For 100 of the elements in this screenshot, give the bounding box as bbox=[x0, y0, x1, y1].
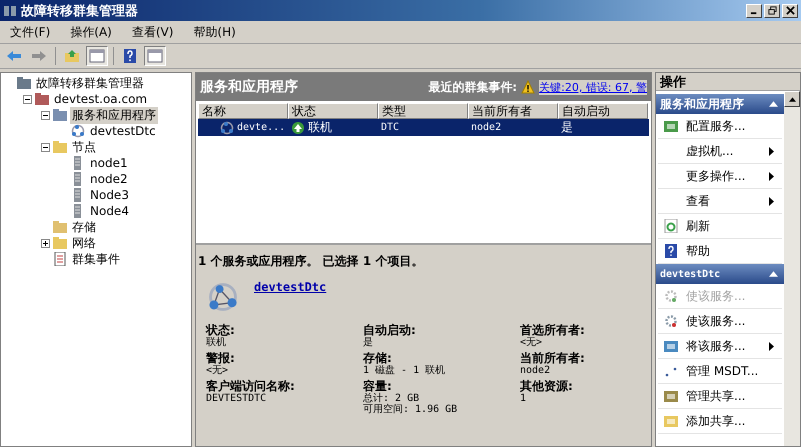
folder-icon bbox=[35, 92, 49, 106]
gear-icon bbox=[664, 314, 678, 328]
expander-icon[interactable] bbox=[41, 142, 50, 152]
folder-icon bbox=[53, 140, 67, 154]
field-label: 当前所有者: bbox=[520, 352, 586, 365]
up-arrow-icon bbox=[788, 96, 796, 102]
menu-item[interactable]: 文件(F) bbox=[10, 24, 50, 40]
pane-title: 操作 bbox=[656, 73, 800, 91]
show-actions-button[interactable] bbox=[144, 46, 166, 66]
tree-item[interactable]: devtest.oa.com bbox=[52, 92, 150, 106]
action-item[interactable]: 配置服务... bbox=[658, 114, 782, 139]
field-value: 可用空间: 1.96 GB bbox=[363, 404, 458, 415]
tree-item[interactable]: 网络 bbox=[70, 234, 98, 252]
expander-icon[interactable] bbox=[41, 238, 50, 248]
events-label: 最近的群集事件: bbox=[428, 78, 518, 96]
action-item[interactable]: 将该服务... bbox=[658, 334, 782, 359]
expander-icon[interactable] bbox=[41, 110, 50, 120]
close-button[interactable] bbox=[782, 4, 798, 18]
folder-icon bbox=[53, 108, 67, 122]
tree-item[interactable]: 节点 bbox=[70, 138, 98, 156]
gear-icon bbox=[664, 289, 678, 303]
field-label: 客户端访问名称: bbox=[206, 380, 296, 393]
pane-icon bbox=[89, 49, 105, 63]
table-cell: node2 bbox=[471, 122, 502, 133]
field-value: 1 磁盘 - 1 联机 bbox=[363, 365, 446, 376]
field-value: <无> bbox=[206, 365, 230, 376]
network-icon bbox=[206, 280, 240, 314]
section-title: devtestDtc bbox=[660, 268, 720, 280]
pane-icon bbox=[147, 49, 163, 63]
forward-arrow-icon bbox=[31, 50, 47, 62]
action-icon bbox=[664, 339, 678, 353]
service-link[interactable]: devtestDtc bbox=[254, 280, 326, 294]
collapse-icon bbox=[769, 101, 778, 107]
table-cell: 是 bbox=[561, 119, 573, 136]
tree-item[interactable]: devtestDtc bbox=[88, 124, 158, 138]
field-value: 联机 bbox=[206, 337, 227, 348]
column-header[interactable]: 状态 bbox=[288, 103, 378, 119]
column-header[interactable]: 当前所有者 bbox=[468, 103, 558, 119]
menu-item[interactable]: 操作(A) bbox=[70, 24, 112, 40]
field-value: DEVTESTDTC bbox=[206, 393, 268, 404]
tree-item[interactable]: node1 bbox=[88, 156, 130, 170]
field-value: node2 bbox=[520, 365, 552, 376]
field-label: 存储: bbox=[363, 352, 393, 365]
help-icon bbox=[123, 48, 137, 64]
selection-summary: 1 个服务或应用程序。 已选择 1 个项目。 bbox=[198, 253, 424, 270]
refresh-icon bbox=[664, 219, 678, 233]
network-icon bbox=[71, 124, 85, 138]
folder-icon bbox=[17, 76, 31, 90]
tree-item[interactable]: 服务和应用程序 bbox=[70, 106, 158, 124]
back-arrow-icon bbox=[6, 50, 22, 62]
section-header[interactable]: 服务和应用程序 bbox=[656, 94, 784, 114]
section-header[interactable]: devtestDtc bbox=[656, 264, 784, 284]
collapse-icon bbox=[769, 271, 778, 277]
action-item[interactable]: 更多操作... bbox=[658, 164, 782, 189]
column-header[interactable]: 自动启动 bbox=[558, 103, 648, 119]
action-item[interactable]: 管理 MSDT... bbox=[658, 359, 782, 384]
column-header[interactable]: 名称 bbox=[198, 103, 288, 119]
action-item[interactable]: 虚拟机... bbox=[658, 139, 782, 164]
tree-item[interactable]: 群集事件 bbox=[70, 250, 122, 268]
field-value: 1 bbox=[520, 393, 528, 404]
column-header[interactable]: 类型 bbox=[378, 103, 468, 119]
tree-item[interactable]: Node4 bbox=[88, 204, 131, 218]
field-value: 总计: 2 GB bbox=[363, 393, 420, 404]
pane-title: 服务和应用程序 bbox=[200, 78, 298, 96]
action-item[interactable]: 添加共享... bbox=[658, 409, 782, 434]
restore-icon bbox=[768, 6, 776, 15]
field-value: 是 bbox=[363, 337, 374, 348]
action-icon bbox=[664, 389, 678, 403]
network-icon bbox=[220, 120, 234, 134]
tree-item[interactable]: 存储 bbox=[70, 218, 98, 236]
action-item[interactable]: 使该服务... bbox=[658, 309, 782, 334]
online-icon bbox=[291, 120, 305, 134]
tree-item[interactable]: node2 bbox=[88, 172, 130, 186]
scrollbar[interactable] bbox=[784, 91, 800, 446]
events-link[interactable]: 关键:20, 错误: 67, 警 bbox=[539, 80, 647, 94]
table-row[interactable]: devte... 联机 DTC node2 是 bbox=[198, 119, 649, 136]
table-cell: 联机 bbox=[308, 119, 332, 136]
tree-item[interactable]: 故障转移群集管理器 bbox=[34, 74, 146, 92]
close-icon bbox=[786, 6, 794, 15]
field-label: 首选所有者: bbox=[520, 324, 586, 337]
field-value: <无> bbox=[520, 337, 544, 348]
action-item[interactable]: 查看 bbox=[658, 189, 782, 214]
show-tree-button[interactable] bbox=[86, 46, 108, 66]
folder-icon bbox=[64, 49, 80, 63]
action-item[interactable]: 刷新 bbox=[658, 214, 782, 239]
action-item[interactable]: 管理共享... bbox=[658, 384, 782, 409]
section-title: 服务和应用程序 bbox=[660, 96, 744, 112]
expander-icon[interactable] bbox=[23, 94, 32, 104]
restore-button[interactable] bbox=[764, 4, 780, 18]
menu-item[interactable]: 帮助(H) bbox=[193, 24, 236, 40]
scroll-up-button[interactable] bbox=[784, 91, 800, 107]
menu-item[interactable]: 查看(V) bbox=[132, 24, 174, 40]
log-icon bbox=[53, 252, 67, 266]
minimize-button[interactable] bbox=[746, 4, 762, 18]
field-label: 自动启动: bbox=[363, 324, 417, 337]
window-title: 故障转移群集管理器 bbox=[21, 2, 138, 20]
table-cell: devte... bbox=[237, 122, 286, 133]
field-label: 状态: bbox=[206, 324, 236, 337]
tree-item[interactable]: Node3 bbox=[88, 188, 131, 202]
table-cell: DTC bbox=[381, 122, 400, 133]
